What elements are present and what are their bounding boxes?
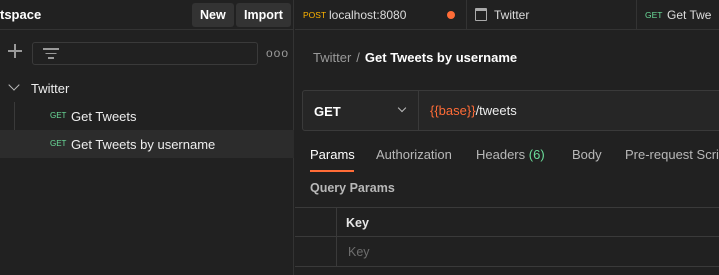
method-tag: GET: [50, 111, 67, 120]
headers-count: (6): [528, 147, 545, 162]
method-tag: GET: [50, 139, 67, 148]
sidebar: tspace New Import ooo Twitter GET Get Tw…: [0, 0, 294, 275]
tab-method: POST: [303, 10, 327, 20]
main-panel: POST localhost:8080 Twitter GET Get Twe …: [295, 0, 719, 275]
tab-bar: POST localhost:8080 Twitter GET Get Twe: [295, 0, 719, 30]
chevron-down-icon: [397, 103, 407, 113]
tab-body[interactable]: Body: [572, 147, 602, 162]
collection-icon: [475, 8, 487, 21]
key-column-header: Key: [346, 216, 369, 230]
chevron-down-icon[interactable]: [8, 79, 20, 91]
tab-headers[interactable]: Headers (6): [476, 147, 545, 162]
collection-name: Twitter: [31, 81, 70, 96]
key-input[interactable]: Key: [348, 245, 370, 259]
tab-pre-request-script[interactable]: Pre-request Scri: [625, 147, 719, 162]
method-label: GET: [314, 104, 341, 119]
workspace-header: tspace New Import: [0, 0, 294, 30]
plus-icon[interactable]: [8, 44, 22, 58]
tab-params[interactable]: Params: [310, 147, 355, 162]
import-button[interactable]: Import: [236, 3, 291, 27]
more-options-icon[interactable]: ooo: [266, 46, 289, 60]
query-params-label: Query Params: [310, 181, 395, 195]
workspace-title[interactable]: tspace: [0, 7, 41, 22]
url-variable: {{base}}: [430, 103, 476, 118]
new-button[interactable]: New: [192, 3, 234, 27]
filter-icon: [43, 48, 59, 59]
breadcrumb: Twitter / Get Tweets by username: [313, 50, 517, 65]
url-input[interactable]: {{base}}/tweets: [430, 103, 517, 118]
headers-label: Headers: [476, 147, 526, 162]
active-tab-indicator: [310, 170, 354, 172]
tab-title: Twitter: [494, 8, 530, 22]
filter-input[interactable]: [32, 42, 258, 65]
url-bar: GET {{base}}/tweets: [302, 90, 719, 131]
table-row: Key: [295, 237, 719, 267]
request-item-get-tweets[interactable]: GET Get Tweets: [0, 102, 294, 130]
query-params-table: Key Key: [295, 207, 719, 267]
tab-get-tweets[interactable]: GET Get Twe: [637, 0, 719, 30]
method-select[interactable]: GET: [303, 91, 419, 130]
request-name: Get Tweets: [71, 109, 137, 124]
tab-title: localhost:8080: [329, 8, 407, 22]
column-divider: [336, 208, 337, 238]
url-path: /tweets: [475, 103, 517, 118]
tab-localhost[interactable]: POST localhost:8080: [295, 0, 467, 30]
tab-title: Get Twe: [667, 8, 712, 22]
sidebar-toolbar: ooo: [0, 36, 294, 72]
tab-method: GET: [645, 10, 663, 20]
request-item-get-tweets-by-username[interactable]: GET Get Tweets by username: [0, 130, 294, 158]
breadcrumb-parent[interactable]: Twitter: [313, 50, 351, 65]
breadcrumb-current[interactable]: Get Tweets by username: [365, 50, 517, 65]
tab-twitter[interactable]: Twitter: [467, 0, 637, 30]
breadcrumb-separator: /: [356, 50, 360, 65]
collection-item[interactable]: Twitter: [0, 76, 294, 100]
table-header: Key: [295, 207, 719, 238]
unsaved-dot-icon: [447, 11, 455, 19]
tab-authorization[interactable]: Authorization: [376, 147, 452, 162]
column-divider: [336, 237, 337, 267]
request-name: Get Tweets by username: [71, 137, 216, 152]
